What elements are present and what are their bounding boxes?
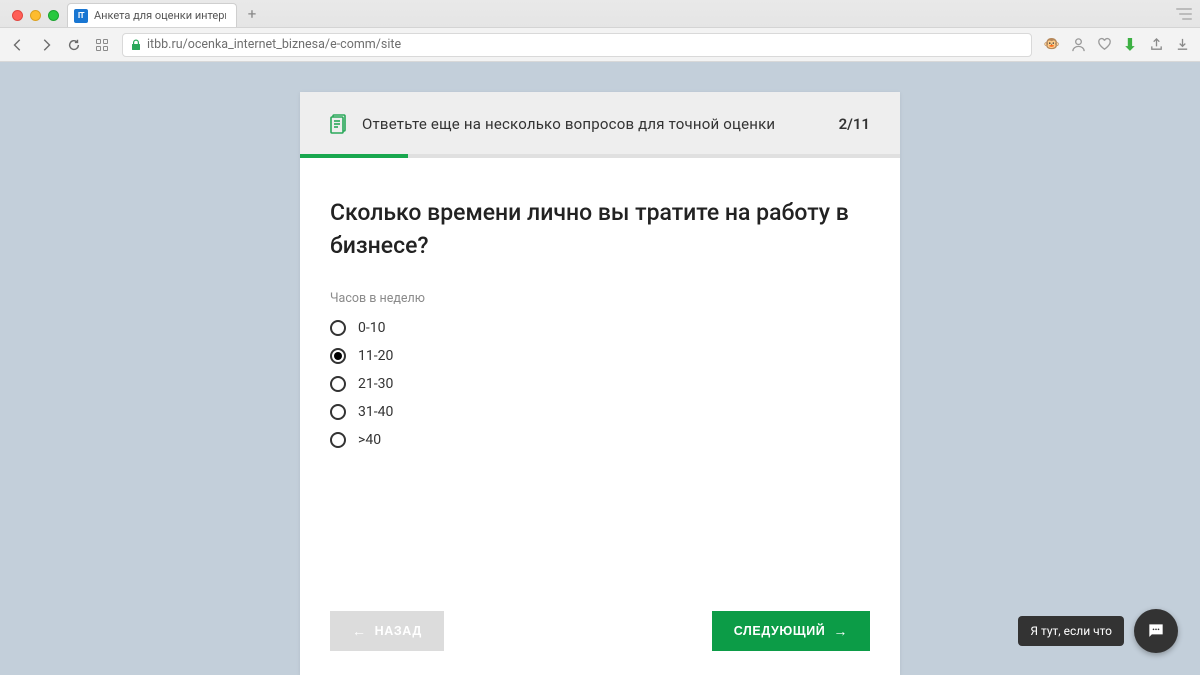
share-icon[interactable] <box>1148 37 1164 53</box>
browser-tab[interactable]: IT Анкета для оценки интерне <box>67 3 237 27</box>
tab-bar: IT Анкета для оценки интерне + <box>0 0 1200 28</box>
survey-body: Сколько времени лично вы тратите на рабо… <box>300 158 900 675</box>
forward-button[interactable] <box>38 37 54 53</box>
chat-tooltip: Я тут, если что <box>1018 616 1124 646</box>
toolbar-right: 🐵 ⬇ <box>1044 37 1190 53</box>
back-button-label: НАЗАД <box>375 624 422 638</box>
option-1[interactable]: 11-20 <box>330 348 870 364</box>
favicon-icon: IT <box>74 9 88 23</box>
progress-bar <box>300 154 900 158</box>
option-0[interactable]: 0-10 <box>330 320 870 336</box>
url-input[interactable]: itbb.ru/ocenka_internet_biznesa/e-comm/s… <box>122 33 1032 57</box>
arrow-right-icon: → <box>833 623 848 639</box>
url-text: itbb.ru/ocenka_internet_biznesa/e-comm/s… <box>147 37 401 52</box>
page-viewport: Ответьте еще на несколько вопросов для т… <box>0 62 1200 675</box>
option-3[interactable]: 31-40 <box>330 404 870 420</box>
progress-fill <box>300 154 408 158</box>
download-arrow-icon[interactable]: ⬇ <box>1122 37 1138 53</box>
radio-icon <box>330 404 346 420</box>
extension-icon[interactable]: 🐵 <box>1044 37 1060 53</box>
option-label: 11-20 <box>358 348 393 364</box>
chat-icon <box>1146 621 1166 641</box>
radio-icon <box>330 376 346 392</box>
arrow-left-icon: ← <box>352 623 367 639</box>
document-icon <box>330 114 348 134</box>
tab-title: Анкета для оценки интерне <box>94 9 226 22</box>
next-step-button[interactable]: СЛЕДУЮЩИЙ → <box>712 611 870 651</box>
address-bar: itbb.ru/ocenka_internet_biznesa/e-comm/s… <box>0 28 1200 62</box>
new-tab-button[interactable]: + <box>241 3 263 25</box>
window-controls <box>6 10 67 27</box>
back-button[interactable] <box>10 37 26 53</box>
chat-button[interactable] <box>1134 609 1178 653</box>
lock-icon <box>131 39 141 51</box>
step-counter: 2/11 <box>839 115 870 133</box>
radio-icon <box>330 348 346 364</box>
option-label: 21-30 <box>358 376 393 392</box>
maximize-window-button[interactable] <box>48 10 59 21</box>
option-label: 0-10 <box>358 320 385 336</box>
tab-overflow-icon[interactable] <box>1176 8 1192 20</box>
options-group: 0-10 11-20 21-30 31-40 >40 <box>330 320 870 448</box>
option-label: >40 <box>358 432 381 448</box>
minimize-window-button[interactable] <box>30 10 41 21</box>
back-step-button[interactable]: ← НАЗАД <box>330 611 444 651</box>
user-icon[interactable] <box>1070 37 1086 53</box>
heart-icon[interactable] <box>1096 37 1112 53</box>
question-sublabel: Часов в неделю <box>330 291 870 306</box>
nav-buttons <box>10 37 110 53</box>
radio-icon <box>330 432 346 448</box>
question-text: Сколько времени лично вы тратите на рабо… <box>330 196 870 263</box>
survey-footer: ← НАЗАД СЛЕДУЮЩИЙ → <box>330 611 870 651</box>
option-2[interactable]: 21-30 <box>330 376 870 392</box>
browser-chrome: IT Анкета для оценки интерне + itbb.ru/o… <box>0 0 1200 62</box>
survey-header: Ответьте еще на несколько вопросов для т… <box>300 92 900 154</box>
survey-header-text: Ответьте еще на несколько вопросов для т… <box>362 115 825 133</box>
option-label: 31-40 <box>358 404 393 420</box>
next-button-label: СЛЕДУЮЩИЙ <box>734 624 826 638</box>
survey-card: Ответьте еще на несколько вопросов для т… <box>300 92 900 675</box>
chat-widget: Я тут, если что <box>1018 609 1178 653</box>
download-tray-icon[interactable] <box>1174 37 1190 53</box>
close-window-button[interactable] <box>12 10 23 21</box>
option-4[interactable]: >40 <box>330 432 870 448</box>
reload-button[interactable] <box>66 37 82 53</box>
radio-icon <box>330 320 346 336</box>
apps-grid-icon[interactable] <box>94 37 110 53</box>
